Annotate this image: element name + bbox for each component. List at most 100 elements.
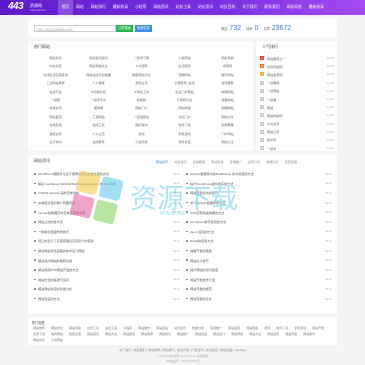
category-link[interactable]: 网站优化 [34,54,77,62]
category-link[interactable]: 网址导航 [206,54,249,62]
category-link[interactable]: 工业网站推荐 [34,79,77,87]
category-link[interactable]: 网站大全 [206,113,249,121]
category-link[interactable]: 网站大全 [206,138,249,146]
news-tab[interactable]: 建站教程 [193,159,205,164]
news-row[interactable]: jquery使用的方法 09-14 [186,227,332,237]
category-link[interactable]: 网站首页 [34,113,77,121]
tag-link[interactable]: 电商网站 [51,332,63,336]
popular-row[interactable]: 8 网站导航网 11-26 [260,111,334,119]
tag-link[interactable]: 网站排名 [123,332,135,336]
news-title[interactable]: 网站建设的方法 [38,296,170,301]
news-row[interactable]: 接口的显示了实现原理及实际意义的使用 09-14 [34,236,180,246]
category-link[interactable]: 一起学习网 [120,54,163,62]
category-link[interactable]: 赛车在线平台数据 [77,71,120,79]
site-logo[interactable]: 443 资源网 www.443.net [8,1,52,14]
category-link[interactable]: 生活服务 [163,62,206,70]
news-row[interactable]: 解决网站优化思路的技术设计网站 09-14 [34,246,180,256]
category-link[interactable]: 游戏推荐 [206,79,249,87]
tag-link[interactable]: 站长工具 [105,326,117,330]
category-link[interactable]: 一起网 [34,96,77,104]
nav-item[interactable]: 小程序 [132,0,150,15]
news-tab[interactable]: 数据分析 [266,159,278,164]
tag-link[interactable]: 网站制作 [303,332,315,336]
category-link[interactable]: 综合新闻资讯 [77,54,120,62]
tag-link[interactable]: 网站制作 [138,326,150,330]
tag-link[interactable]: 数据分析 [192,326,204,330]
category-link[interactable]: 企业门户网站 [163,88,206,96]
tag-link[interactable]: 网站导航 [69,326,81,330]
category-link[interactable]: 游戏 [120,130,163,138]
popular-site-name[interactable]: 网站推荐之一 [267,56,327,61]
news-title[interactable]: 前端开发的思路 [190,248,322,253]
news-title[interactable]: Redis的使用方法 [190,238,322,243]
news-row[interactable]: 解决网站对应的功能分析 09-14 [34,284,180,294]
footer-links[interactable]: 关于我们 | 联系我们 | 网站收录 | 网站排行 | 免责声明 | 广告合作 … [0,348,365,352]
news-title[interactable]: 网站设计技巧 [190,258,322,263]
news-row[interactable]: 网站优化的基础与运营 09-14 [34,275,180,285]
category-link[interactable]: 明星网站平台 [120,71,163,79]
category-link[interactable]: 图片素材 [120,121,163,129]
popular-site-name[interactable]: 网站导航网 [267,113,327,118]
tag-link[interactable]: 网站优化 [51,326,63,330]
news-title[interactable]: wordpress新手使用的方法 [190,219,322,224]
category-link[interactable]: 网站门户 [120,104,163,112]
tag-link[interactable]: 免费资源 [69,332,81,336]
category-link[interactable]: 手机游戏 [163,130,206,138]
popular-site-name[interactable]: 一起看 [267,97,327,102]
popular-site-name[interactable]: 一起网站 [267,88,327,93]
news-tab[interactable]: 网站资讯 [156,159,168,164]
category-link[interactable]: 中文社区 [34,62,77,70]
popular-site-name[interactable]: 一起看网 [267,80,327,85]
tag-link[interactable]: 网站开发 [312,326,324,330]
news-title[interactable]: 网站开发的规范 [190,286,322,291]
news-row[interactable]: 网站开发的规范 09-14 [186,284,332,294]
popular-site-name[interactable]: 网站收录网 [267,72,327,77]
news-title[interactable]: MySQL数据库中的Replication 命令的使用方法 [190,171,322,176]
category-link[interactable]: 一起学平台 [77,96,120,104]
category-link[interactable]: 个人主页 [77,130,120,138]
tag-link[interactable]: 网站资讯 [267,332,279,336]
tag-link[interactable]: 小说网站 [51,338,63,342]
popular-site-name[interactable]: 网站之家 [267,129,327,134]
tag-link[interactable]: 网站收录 [141,332,153,336]
tag-link[interactable]: 在线工具 [87,326,99,330]
tag-link[interactable]: 小程序 [123,326,132,330]
news-title[interactable]: 解决网站对应的功能分析 [38,286,170,291]
category-link[interactable]: 在线工具 [77,121,120,129]
tag-link[interactable]: 网站推广 [177,332,189,336]
nav-item[interactable]: 关于我们 [239,0,261,15]
nav-item[interactable]: 网站排行 [87,0,109,15]
category-link[interactable]: 视频网站 [206,104,249,112]
category-link[interactable]: 在线影视 [34,121,77,129]
tag-link[interactable]: 网站建设 [195,332,207,336]
category-link[interactable]: 国学网 [77,104,120,112]
news-title[interactable]: 解决网站优化思路的技术设计网站 [38,248,170,253]
news-row[interactable]: 提升网站的访问速度 09-14 [186,265,332,275]
tag-link[interactable]: 运营推广 [210,326,222,330]
category-link[interactable]: IT问答社区 [77,88,120,96]
tag-link[interactable]: 站长资讯 [174,326,186,330]
tag-link[interactable]: 网站大全 [249,332,261,336]
submit-site-button[interactable]: 免费收录 [135,25,152,32]
tag-link[interactable]: 软件下载 [276,326,288,330]
popular-row[interactable]: 4 一起看网 11-29 [260,79,334,87]
category-link[interactable]: 游戏主页 [120,79,163,87]
category-link[interactable]: 设计素材 [34,138,77,146]
category-link[interactable]: 在线生活实用查询 [34,71,77,79]
category-link[interactable]: IT网站工具 [120,88,163,96]
category-link[interactable]: 人才招聘 [120,62,163,70]
tag-link[interactable]: 网站首页 [87,332,99,336]
news-row[interactable]: 网站设计技巧 09-14 [186,255,332,265]
popular-row[interactable]: 6 一起看 11-27 [260,95,334,103]
nav-item[interactable]: 网站资讯 [150,0,172,15]
news-title[interactable]: 网站开发技术介绍 [190,277,322,282]
category-link[interactable]: 免费资源 [34,130,77,138]
news-row[interactable]: wordpress新手使用的方法 09-14 [186,217,332,227]
category-link[interactable]: 求职网 [206,62,249,70]
category-link[interactable]: 软件下载 [163,121,206,129]
popular-row[interactable]: 1 网站推荐之一 12-02 [260,54,334,62]
news-row[interactable]: 网站建设的方法 09-14 [34,294,180,304]
search-input[interactable]: 请输入网站名称或网址搜索 [34,25,116,32]
popular-row[interactable]: 9 中文资源 11-24 [260,120,334,128]
popular-site-name[interactable]: 一起学 [267,146,327,151]
